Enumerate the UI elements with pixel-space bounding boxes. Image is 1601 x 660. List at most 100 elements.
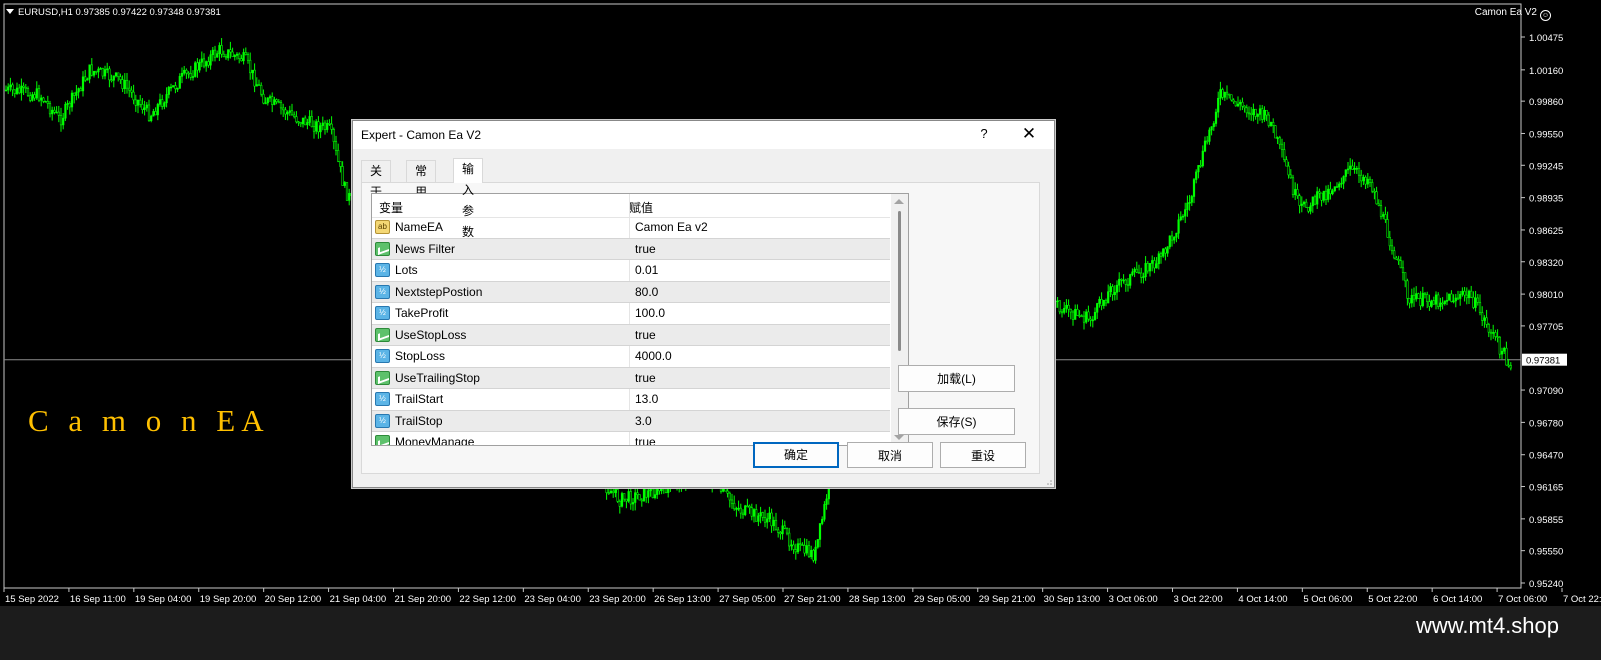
tab-common[interactable]: 常用 <box>406 160 437 199</box>
candle-body <box>1184 209 1187 217</box>
candle-body <box>264 102 267 105</box>
ok-button[interactable]: 确定 <box>753 442 839 468</box>
param-value[interactable]: 3.0 <box>635 414 652 428</box>
candle-body <box>774 519 778 531</box>
candle-body <box>176 88 179 90</box>
dialog-titlebar[interactable]: Expert - Camon Ea V2 ? ✕ <box>353 121 1054 149</box>
param-value[interactable]: 80.0 <box>635 285 658 299</box>
help-button[interactable]: ? <box>976 126 992 141</box>
candle-body <box>46 101 49 104</box>
candle-body <box>1067 304 1070 310</box>
candle-body <box>823 504 826 520</box>
scroll-thumb[interactable] <box>898 211 901 351</box>
reset-button[interactable]: 重设 <box>940 442 1026 468</box>
param-row[interactable]: ab NameEA Camon Ea v2 <box>372 217 890 239</box>
candle-body <box>1340 182 1343 185</box>
candle-body <box>779 532 782 535</box>
candle-body <box>114 72 118 77</box>
param-row[interactable]: ½ Lots 0.01 <box>372 260 890 282</box>
param-value[interactable]: 4000.0 <box>635 349 672 363</box>
param-name: MoneyManage <box>395 435 475 446</box>
input-parameters-table[interactable]: 变量 赋值 ab NameEA Camon Ea v2 News Filter true… <box>371 193 909 446</box>
column-header-value[interactable]: 赋值 <box>629 199 653 216</box>
param-row[interactable]: ½ NextstepPostion 80.0 <box>372 281 890 303</box>
candle-body <box>169 86 173 89</box>
load-button[interactable]: 加载(L) <box>898 365 1015 392</box>
param-value[interactable]: true <box>635 242 656 256</box>
candle-body <box>255 84 258 87</box>
candle-body <box>821 518 824 524</box>
param-row[interactable]: ½ TakeProfit 100.0 <box>372 303 890 325</box>
candle-body <box>1386 219 1389 238</box>
candle-body <box>1236 103 1240 107</box>
scroll-down-icon[interactable] <box>894 435 904 440</box>
scroll-up-icon[interactable] <box>894 199 904 204</box>
param-row[interactable]: UseStopLoss true <box>372 324 890 346</box>
candle-body <box>64 104 67 119</box>
candle-body <box>1483 317 1486 321</box>
dropdown-arrow-icon[interactable] <box>6 9 14 14</box>
param-value[interactable]: 0.01 <box>635 263 658 277</box>
param-value[interactable]: true <box>635 371 656 385</box>
candle-body <box>766 518 769 523</box>
candle-body <box>761 512 764 518</box>
candle-body <box>737 507 740 510</box>
param-row[interactable]: News Filter true <box>372 238 890 260</box>
candle-body <box>1298 195 1301 206</box>
candle-body <box>147 104 151 122</box>
price-tick-label: 0.97090 <box>1529 386 1563 397</box>
param-name: UseTrailingStop <box>395 370 480 385</box>
column-header-variable[interactable]: 变量 <box>379 199 403 216</box>
param-row[interactable]: ½ StopLoss 4000.0 <box>372 346 890 368</box>
save-button[interactable]: 保存(S) <box>898 408 1015 435</box>
param-value[interactable]: true <box>635 435 656 445</box>
candle-body <box>323 122 327 130</box>
candle-body <box>231 51 234 57</box>
candle-body <box>26 88 30 96</box>
candle-body <box>1320 192 1323 201</box>
param-value[interactable]: Camon Ea v2 <box>635 220 708 234</box>
candle-body <box>1107 291 1110 304</box>
candle-body <box>1371 182 1374 192</box>
candle-body <box>1459 293 1462 299</box>
candle-body <box>1247 112 1251 115</box>
candle-body <box>816 539 819 548</box>
tab-about[interactable]: 关于 <box>361 160 392 199</box>
candle-body <box>1393 250 1396 259</box>
param-row[interactable]: ½ TrailStop 3.0 <box>372 410 890 432</box>
candle-body <box>1278 137 1281 145</box>
attached-ea-indicator[interactable]: Camon Ea V2 ☺ <box>1475 7 1551 21</box>
candle-body <box>750 507 753 517</box>
candle-body <box>1133 268 1136 273</box>
candle-body <box>1415 293 1418 300</box>
candle-body <box>198 61 201 71</box>
close-button[interactable]: ✕ <box>1019 124 1039 144</box>
time-tick-label: 26 Sep 13:00 <box>654 594 711 605</box>
candle-body <box>1456 297 1460 300</box>
candle-body <box>1362 176 1365 182</box>
candle-body <box>1397 259 1400 261</box>
param-value[interactable]: 13.0 <box>635 392 658 406</box>
candle-body <box>803 545 806 554</box>
candle-body <box>106 68 109 71</box>
candle-body <box>768 512 771 520</box>
resize-grip-icon[interactable] <box>1044 477 1052 485</box>
param-value[interactable]: 100.0 <box>635 306 665 320</box>
candle-body <box>1509 365 1512 369</box>
candle-body <box>304 117 307 126</box>
time-tick-label: 20 Sep 12:00 <box>265 594 322 605</box>
candle-body <box>1485 317 1488 325</box>
candle-body <box>288 110 291 113</box>
candle-body <box>1285 159 1288 167</box>
candle-body <box>1188 202 1191 204</box>
cancel-button[interactable]: 取消 <box>847 442 933 468</box>
ea-name-text: Camon Ea V2 <box>1474 7 1537 18</box>
candle-body <box>1269 122 1273 126</box>
param-row[interactable]: ½ TrailStart 13.0 <box>372 389 890 411</box>
tab-inputs[interactable]: 输入参数 <box>453 158 484 239</box>
candle-body <box>1219 89 1222 99</box>
candle-body <box>343 182 346 186</box>
param-row[interactable]: UseTrailingStop true <box>372 367 890 389</box>
candle-body <box>297 121 300 124</box>
param-value[interactable]: true <box>635 328 656 342</box>
